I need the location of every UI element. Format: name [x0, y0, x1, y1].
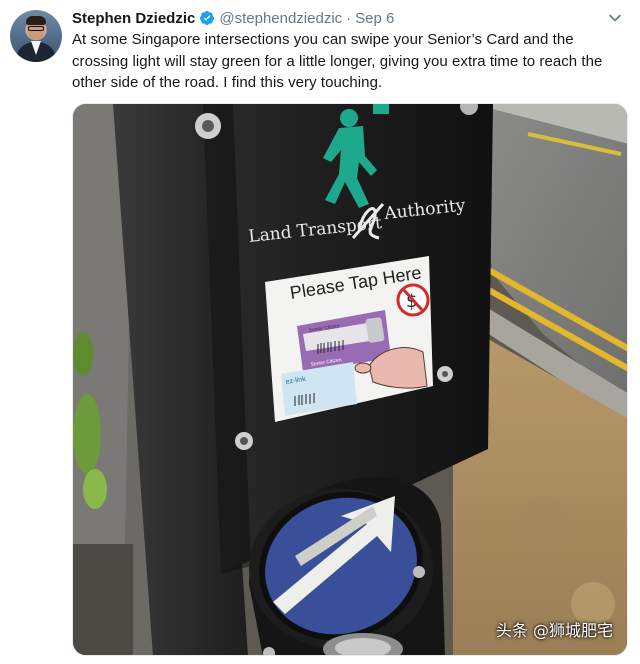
watermark: 头条 @狮城肥宅 — [495, 621, 613, 640]
tweet-header: Stephen Dziedzic @stephendziedzic · Sep … — [72, 8, 394, 28]
crossing-button-photo: Land Transport Authority Please Tap Here… — [73, 104, 627, 655]
author-name[interactable]: Stephen Dziedzic — [72, 10, 195, 27]
tweet[interactable]: Stephen Dziedzic @stephendziedzic · Sep … — [0, 0, 640, 664]
author-handle[interactable]: @stephendziedzic — [219, 10, 342, 27]
no-payment-icon: $ — [396, 283, 430, 317]
author-avatar[interactable] — [10, 10, 62, 62]
tweet-photo[interactable]: Land Transport Authority Please Tap Here… — [72, 103, 628, 656]
tweet-timestamp[interactable]: Sep 6 — [355, 10, 394, 27]
chevron-down-icon[interactable] — [608, 11, 622, 25]
verified-badge-icon — [200, 11, 215, 25]
separator-dot: · — [346, 9, 352, 27]
tweet-text: At some Singapore intersections you can … — [72, 31, 603, 91]
